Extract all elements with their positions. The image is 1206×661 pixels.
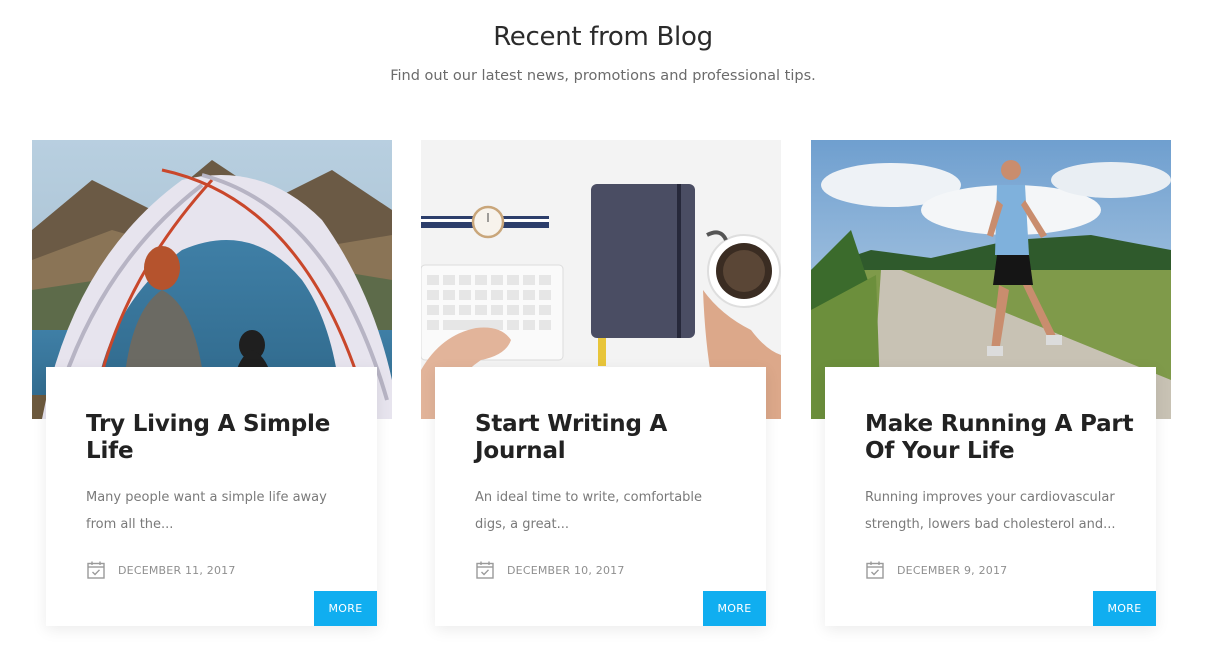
- post-card-body: Try Living A Simple Life Many people wan…: [46, 367, 377, 626]
- post-excerpt: An ideal time to write, comfortable digs…: [475, 490, 703, 532]
- post-meta: DECEMBER 11, 2017: [86, 559, 236, 581]
- post-title[interactable]: Make Running A Part Of Your Life: [865, 411, 1135, 465]
- post-title[interactable]: Start Writing A Journal: [475, 411, 745, 465]
- post-title[interactable]: Try Living A Simple Life: [86, 411, 356, 465]
- calendar-icon: [87, 561, 105, 579]
- calendar-icon: [866, 561, 884, 579]
- section-subtitle: Find out our latest news, promotions and…: [390, 68, 816, 84]
- post-meta: DECEMBER 9, 2017: [865, 559, 1007, 581]
- blog-card: Try Living A Simple Life Many people wan…: [32, 140, 392, 630]
- post-date: DECEMBER 9, 2017: [897, 563, 1008, 577]
- post-date: DECEMBER 11, 2017: [118, 563, 236, 577]
- post-excerpt: Many people want a simple life away from…: [86, 490, 327, 532]
- post-meta: DECEMBER 10, 2017: [475, 559, 625, 581]
- post-card-body: Start Writing A Journal An ideal time to…: [435, 367, 766, 626]
- blog-card: Start Writing A Journal An ideal time to…: [421, 140, 781, 630]
- post-card-body: Make Running A Part Of Your Life Running…: [825, 367, 1156, 626]
- more-button[interactable]: MORE: [314, 591, 377, 626]
- section-title: Recent from Blog: [493, 22, 713, 52]
- more-button[interactable]: MORE: [1093, 591, 1156, 626]
- post-excerpt: Running improves your cardiovascular str…: [865, 490, 1116, 532]
- blog-card: Make Running A Part Of Your Life Running…: [811, 140, 1171, 630]
- calendar-icon: [476, 561, 494, 579]
- more-button[interactable]: MORE: [703, 591, 766, 626]
- post-date: DECEMBER 10, 2017: [507, 563, 625, 577]
